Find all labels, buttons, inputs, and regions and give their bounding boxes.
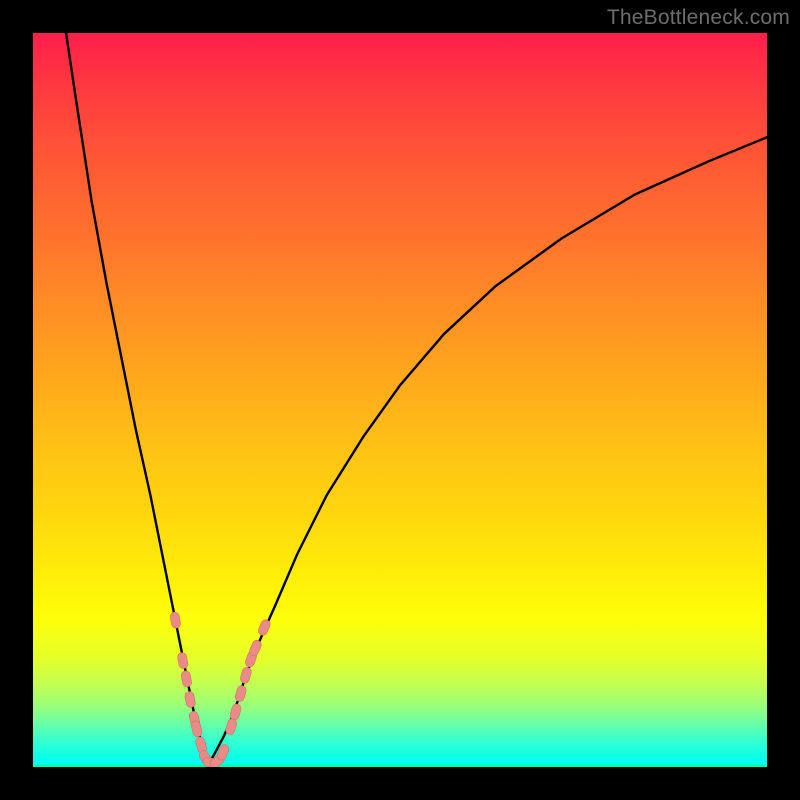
outer-frame: TheBottleneck.com xyxy=(0,0,800,800)
marker-point xyxy=(170,612,182,629)
plot-area xyxy=(33,33,767,767)
curves-svg xyxy=(33,33,767,767)
marker-point xyxy=(225,718,238,736)
marker-point xyxy=(184,691,196,708)
marker-point xyxy=(229,703,242,721)
marker-point xyxy=(190,720,203,738)
marker-point xyxy=(181,670,193,687)
marker-point xyxy=(177,652,189,669)
curve-left-branch xyxy=(66,33,209,763)
marker-point xyxy=(239,666,252,684)
watermark-text: TheBottleneck.com xyxy=(607,6,790,30)
marker-point xyxy=(234,685,247,703)
curve-layer xyxy=(66,33,767,763)
curve-right-branch xyxy=(209,137,767,763)
